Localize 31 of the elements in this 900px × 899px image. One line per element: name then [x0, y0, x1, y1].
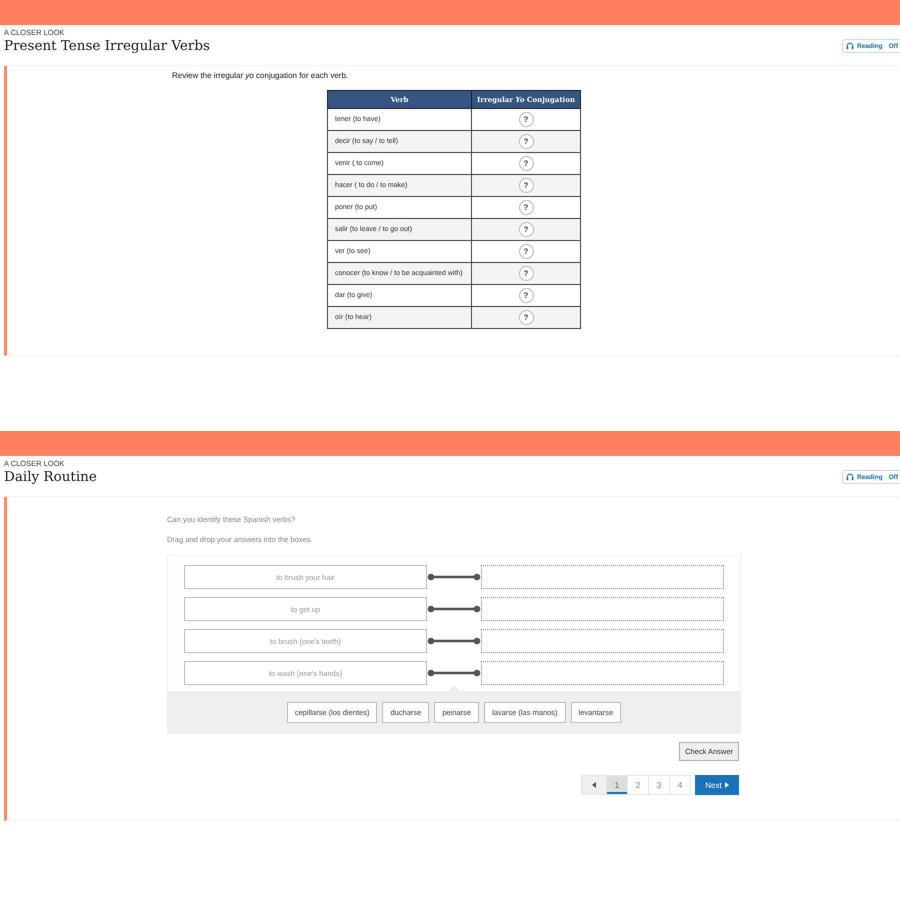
connector-line	[427, 572, 481, 582]
connector-line	[427, 636, 481, 646]
section-title: Daily Routine	[4, 469, 97, 485]
page-tab[interactable]: 2	[627, 775, 649, 795]
reveal-answer-button[interactable]: ?	[518, 222, 534, 237]
reveal-answer-button[interactable]: ?	[518, 244, 534, 259]
reveal-answer-button[interactable]: ?	[518, 200, 534, 215]
section-title: Present Tense Irregular Verbs	[4, 38, 210, 54]
reveal-answer-button[interactable]: ?	[518, 288, 534, 303]
left-triangle-icon	[592, 782, 596, 788]
page-tab[interactable]: 3	[648, 775, 670, 795]
reveal-answer-button[interactable]: ?	[518, 310, 534, 325]
right-triangle-icon	[724, 782, 729, 788]
connector-line	[427, 604, 481, 614]
reveal-answer-button[interactable]: ?	[518, 112, 534, 127]
reveal-answer-button[interactable]: ?	[518, 266, 534, 281]
drop-zone[interactable]	[481, 629, 724, 653]
reveal-answer-button[interactable]: ?	[518, 134, 534, 149]
drop-zone[interactable]	[481, 661, 724, 685]
page-tab[interactable]: 4	[669, 775, 691, 795]
reveal-answer-button[interactable]: ?	[518, 178, 534, 193]
page-tab[interactable]: 1	[606, 775, 628, 795]
headphones-icon	[846, 42, 854, 50]
instruction-text: Review the irregular yo conjugation for each verb.	[172, 71, 350, 80]
connector-line	[427, 668, 481, 678]
drop-zone[interactable]	[481, 597, 724, 621]
reveal-answer-button[interactable]: ?	[518, 156, 534, 171]
previous-page-button[interactable]	[581, 775, 607, 795]
drop-zone[interactable]	[481, 565, 724, 589]
headphones-icon	[846, 473, 854, 481]
next-button[interactable]: Next	[695, 775, 739, 795]
